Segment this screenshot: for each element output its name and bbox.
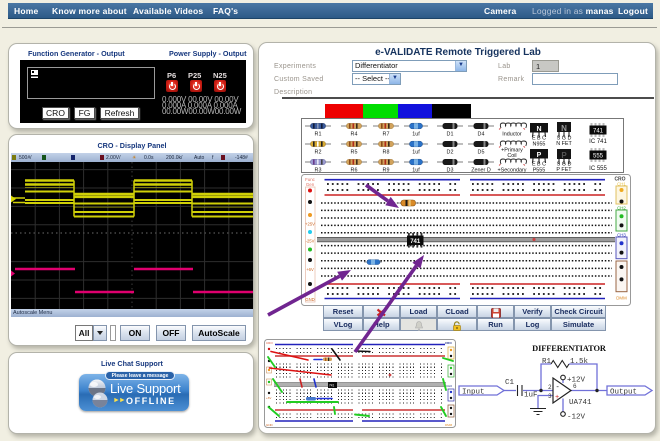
svg-text:IC 741: IC 741 <box>589 139 607 145</box>
svg-text:Zener D: Zener D <box>471 168 491 174</box>
svg-text:R1: R1 <box>315 132 322 138</box>
svg-text:R3: R3 <box>315 168 322 174</box>
svg-text:1uf: 1uf <box>412 132 420 138</box>
svg-text:R7: R7 <box>383 132 390 138</box>
svg-text:UA741: UA741 <box>569 399 592 407</box>
svg-text:2: 2 <box>548 384 552 391</box>
svg-text:3: 3 <box>548 393 552 400</box>
svg-text:Input: Input <box>462 389 485 397</box>
svg-text:R8: R8 <box>383 150 390 156</box>
svg-text:P: P <box>537 152 542 159</box>
svg-text:GND: GND <box>266 423 274 427</box>
svg-text:R1: R1 <box>542 358 552 366</box>
svg-text:P555: P555 <box>533 168 546 174</box>
svg-text:1uF: 1uF <box>524 392 538 400</box>
svg-text:741: 741 <box>329 384 335 388</box>
svg-text:741: 741 <box>593 129 604 135</box>
svg-text:+Secondary: +Secondary <box>498 168 527 174</box>
svg-text:D4: D4 <box>478 132 485 138</box>
svg-text:N FET: N FET <box>556 141 572 147</box>
svg-text:1uf: 1uf <box>412 168 420 174</box>
svg-text:+25V: +25V <box>305 222 315 227</box>
svg-text:Coil: Coil <box>507 153 516 159</box>
svg-text:R9: R9 <box>383 168 390 174</box>
svg-text:N: N <box>536 126 541 133</box>
svg-text:D2: D2 <box>447 150 454 156</box>
svg-text:D5: D5 <box>478 150 485 156</box>
svg-text:R4: R4 <box>351 132 358 138</box>
svg-text:+: + <box>555 394 559 402</box>
svg-text:R5: R5 <box>351 150 358 156</box>
svg-text:CH0: CH0 <box>446 384 452 388</box>
svg-text:555: 555 <box>593 154 604 160</box>
svg-text:R6: R6 <box>351 168 358 174</box>
svg-text:Gen: Gen <box>306 182 315 187</box>
svg-text:DMM: DMM <box>445 423 453 427</box>
svg-text:N955: N955 <box>533 142 546 148</box>
svg-text:1uf: 1uf <box>412 150 420 156</box>
svg-text:1.5k: 1.5k <box>570 358 589 366</box>
svg-text:GND: GND <box>305 297 314 302</box>
svg-text:-12V: -12V <box>567 414 586 422</box>
svg-text:DIFFERENTIATOR: DIFFERENTIATOR <box>532 344 607 353</box>
svg-text:P FET: P FET <box>556 167 572 173</box>
svg-text:R2: R2 <box>315 150 322 156</box>
svg-text:+6V: +6V <box>266 396 271 400</box>
svg-text:+6V: +6V <box>306 267 314 272</box>
svg-text:CRO: CRO <box>266 341 273 345</box>
svg-text:6: 6 <box>573 383 577 390</box>
svg-text:N: N <box>561 124 567 133</box>
svg-text:C1: C1 <box>505 379 515 387</box>
svg-text:IC 555: IC 555 <box>589 166 607 172</box>
svg-text:P: P <box>561 151 567 160</box>
svg-text:DMM: DMM <box>616 296 627 301</box>
svg-text:D1: D1 <box>447 132 454 138</box>
svg-text:-25V: -25V <box>306 239 315 244</box>
svg-text:D3: D3 <box>447 168 454 174</box>
svg-text:-: - <box>556 384 560 392</box>
svg-text:741: 741 <box>410 239 421 245</box>
svg-text:CRO: CRO <box>445 341 452 345</box>
svg-text:Output: Output <box>610 389 637 397</box>
svg-text:Inductor: Inductor <box>502 132 522 138</box>
